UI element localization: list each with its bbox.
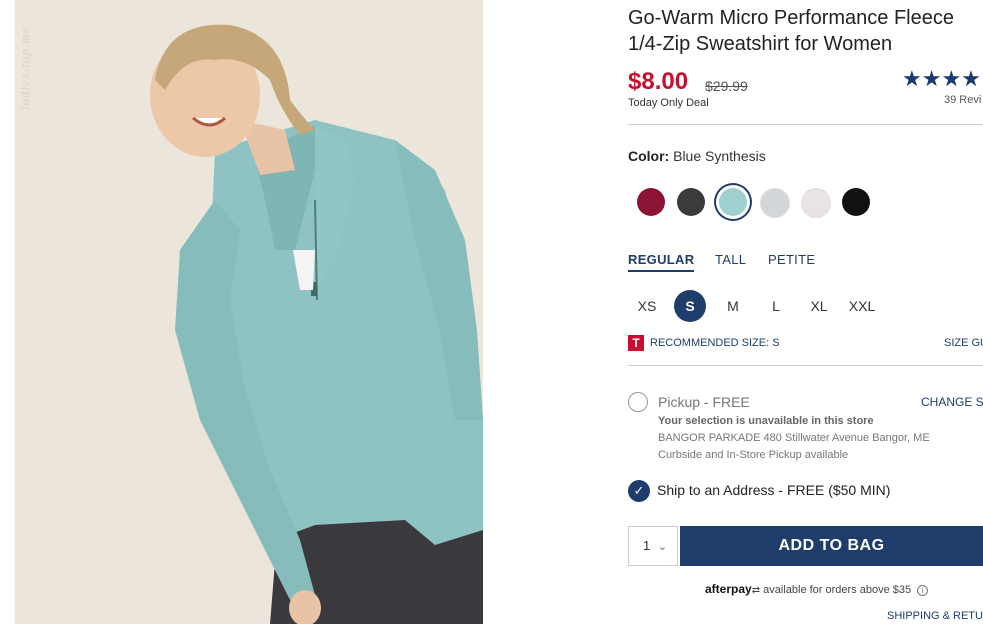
afterpay-banner: afterpay⇄ available for orders above $35… — [705, 582, 929, 596]
original-price: $29.99 — [705, 78, 748, 94]
color-swatch-light-gray[interactable] — [760, 188, 790, 218]
store-unavailable-text: Your selection is unavailable in this st… — [658, 415, 874, 427]
change-store-link[interactable]: CHANGE ST — [921, 395, 983, 409]
rating-stars[interactable]: ★★★★ — [902, 66, 981, 92]
true-fit-badge-icon: T — [628, 335, 644, 351]
store-pickup-note: Curbside and In-Store Pickup available — [658, 449, 849, 461]
reviews-link[interactable]: 39 Revi — [944, 94, 981, 106]
color-swatch-blue-synthesis[interactable] — [719, 188, 747, 216]
product-image[interactable]: ladies-top.me — [15, 0, 483, 624]
size-xl[interactable]: XL — [803, 290, 835, 322]
divider — [628, 365, 983, 366]
ship-to-address-label[interactable]: Ship to an Address - FREE ($50 MIN) — [657, 482, 890, 498]
shipping-returns-link[interactable]: SHIPPING & RETU — [887, 610, 983, 622]
sale-price: $8.00 — [628, 68, 689, 95]
size-s[interactable]: S — [674, 290, 706, 322]
size-guide-link[interactable]: SIZE GU — [944, 337, 983, 349]
info-icon[interactable]: i — [917, 585, 929, 596]
pickup-label[interactable]: Pickup - FREE — [658, 394, 750, 410]
afterpay-text: available for orders above $35 — [763, 584, 912, 596]
color-value: Blue Synthesis — [673, 148, 766, 164]
chevron-down-icon: ⌄ — [657, 541, 668, 553]
color-label: Color: Blue Synthesis — [628, 148, 766, 164]
store-address: BANGOR PARKADE 480 Stillwater Avenue Ban… — [658, 432, 930, 444]
size-xs[interactable]: XS — [631, 290, 663, 322]
quantity-select[interactable]: 1 ⌄ — [628, 526, 678, 566]
ship-checked-icon[interactable]: ✓ — [628, 480, 650, 502]
size-m[interactable]: M — [717, 290, 749, 322]
product-photo-illustration — [15, 0, 483, 624]
pickup-radio[interactable] — [628, 392, 648, 412]
add-to-bag-button[interactable]: ADD TO BAG — [680, 526, 983, 566]
product-title: Go-Warm Micro Performance Fleece 1/4-Zip… — [628, 7, 954, 55]
color-swatch-pale-lilac[interactable] — [801, 188, 831, 218]
color-swatch-black[interactable] — [842, 188, 870, 216]
watermark-text: ladies-top.me — [17, 26, 32, 110]
divider — [628, 124, 983, 125]
afterpay-logo: afterpay — [705, 582, 752, 596]
deal-label: Today Only Deal — [628, 97, 709, 109]
recommended-size[interactable]: RECOMMENDED SIZE: S — [650, 337, 780, 349]
color-label-heading: Color: — [628, 148, 670, 164]
afterpay-arrows-icon: ⇄ — [751, 585, 761, 596]
size-xxl[interactable]: XXL — [846, 290, 878, 322]
color-swatch-burgundy[interactable] — [637, 188, 665, 216]
tab-petite[interactable]: PETITE — [768, 252, 815, 267]
tab-tall[interactable]: TALL — [715, 252, 746, 267]
size-l[interactable]: L — [760, 290, 792, 322]
quantity-value: 1 — [643, 538, 651, 553]
tab-regular[interactable]: REGULAR — [628, 252, 695, 272]
color-swatch-charcoal[interactable] — [677, 188, 705, 216]
